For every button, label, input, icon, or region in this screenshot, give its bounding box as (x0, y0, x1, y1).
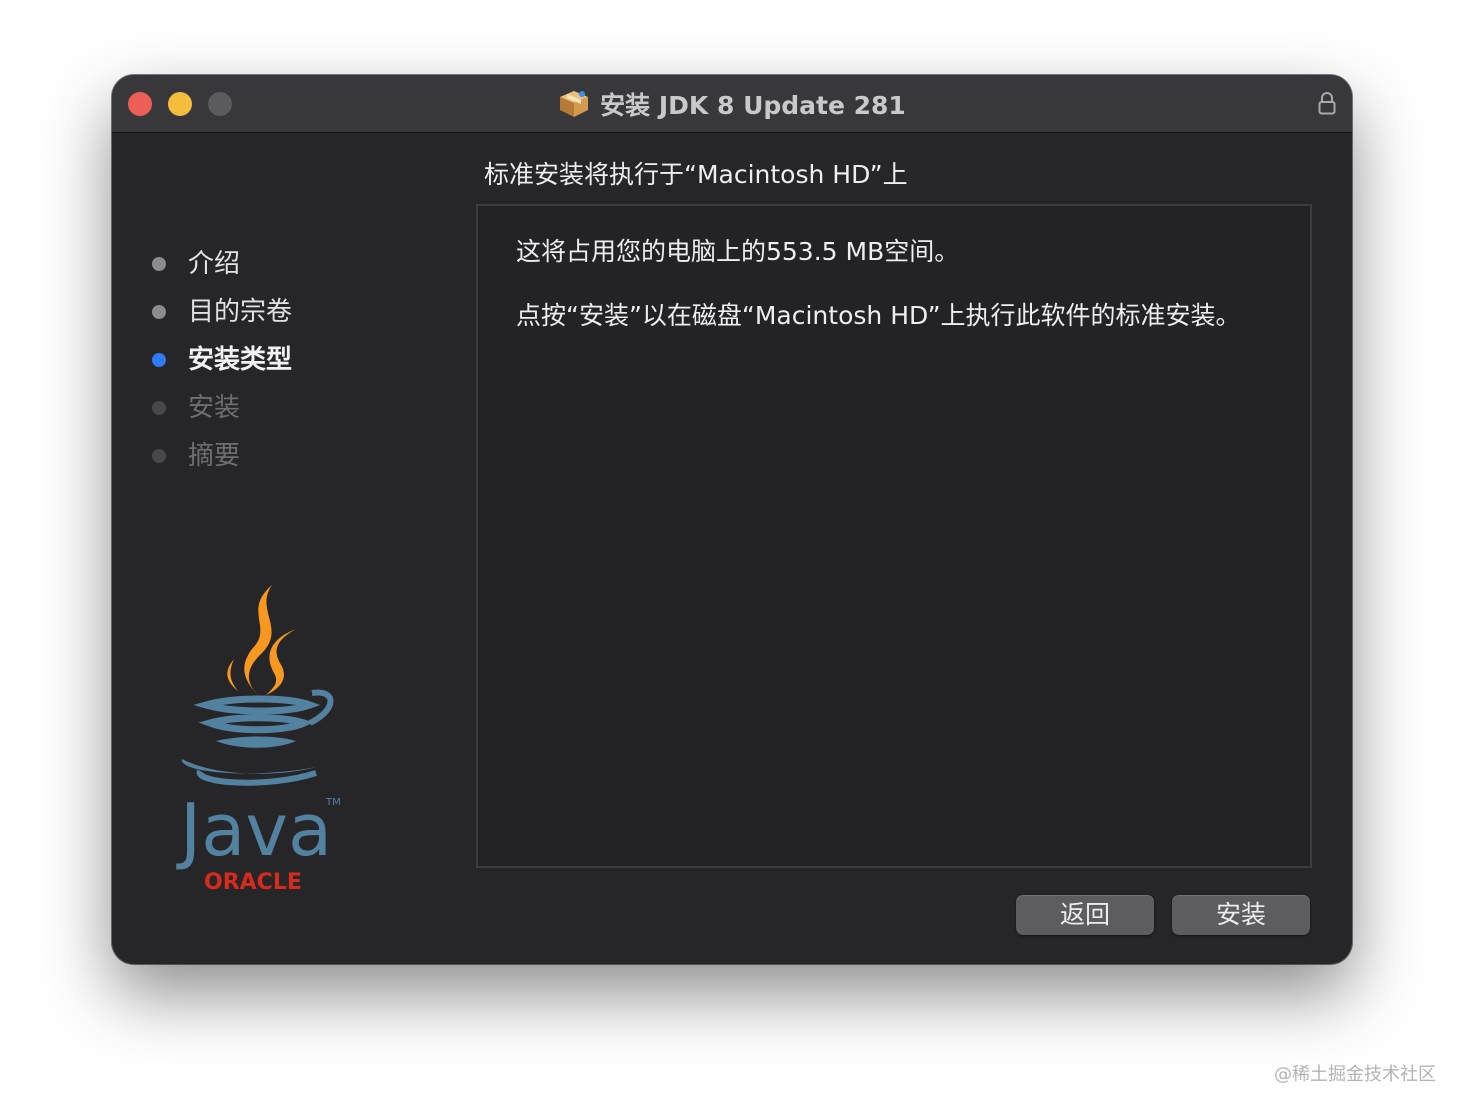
step-dot (152, 401, 166, 415)
step-dot (152, 449, 166, 463)
title-bar[interactable]: 安装 JDK 8 Update 281 (112, 75, 1352, 133)
lock-icon (1318, 92, 1336, 115)
step-label: 摘要 (188, 441, 241, 471)
java-oracle-logo: Java TM ORACLE (176, 585, 341, 893)
step-dot (152, 353, 166, 367)
window-title-text: 安装 JDK 8 Update 281 (600, 90, 906, 120)
back-button[interactable]: 返回 (1016, 895, 1154, 935)
install-button[interactable]: 安装 (1172, 895, 1310, 935)
install-instruction-text: 点按“安装”以在磁盘“Macintosh HD”上执行此软件的标准安装。 (516, 301, 1241, 330)
watermark: @稀土掘金技术社区 (1274, 1064, 1436, 1085)
page-heading: 标准安装将执行于“Macintosh HD”上 (484, 160, 908, 189)
window-title: 安装 JDK 8 Update 281 (112, 75, 1352, 132)
oracle-wordmark: ORACLE (204, 870, 302, 893)
step-dot (152, 257, 166, 271)
content-panel: 这将占用您的电脑上的553.5 MB空间。 点按“安装”以在磁盘“Macinto… (476, 204, 1312, 868)
disk-space-text: 这将占用您的电脑上的553.5 MB空间。 (516, 237, 960, 266)
step-dot (152, 305, 166, 319)
step-label: 目的宗卷 (188, 297, 293, 327)
step-label: 介绍 (188, 249, 241, 279)
trademark-mark: TM (325, 797, 341, 808)
java-wordmark: Java (176, 788, 332, 872)
installer-window: 安装 JDK 8 Update 281 介绍 目的宗卷 安装类型 安装 摘要 J… (112, 75, 1352, 964)
package-icon (560, 90, 589, 117)
step-label: 安装 (188, 393, 241, 423)
step-label: 安装类型 (188, 345, 293, 375)
